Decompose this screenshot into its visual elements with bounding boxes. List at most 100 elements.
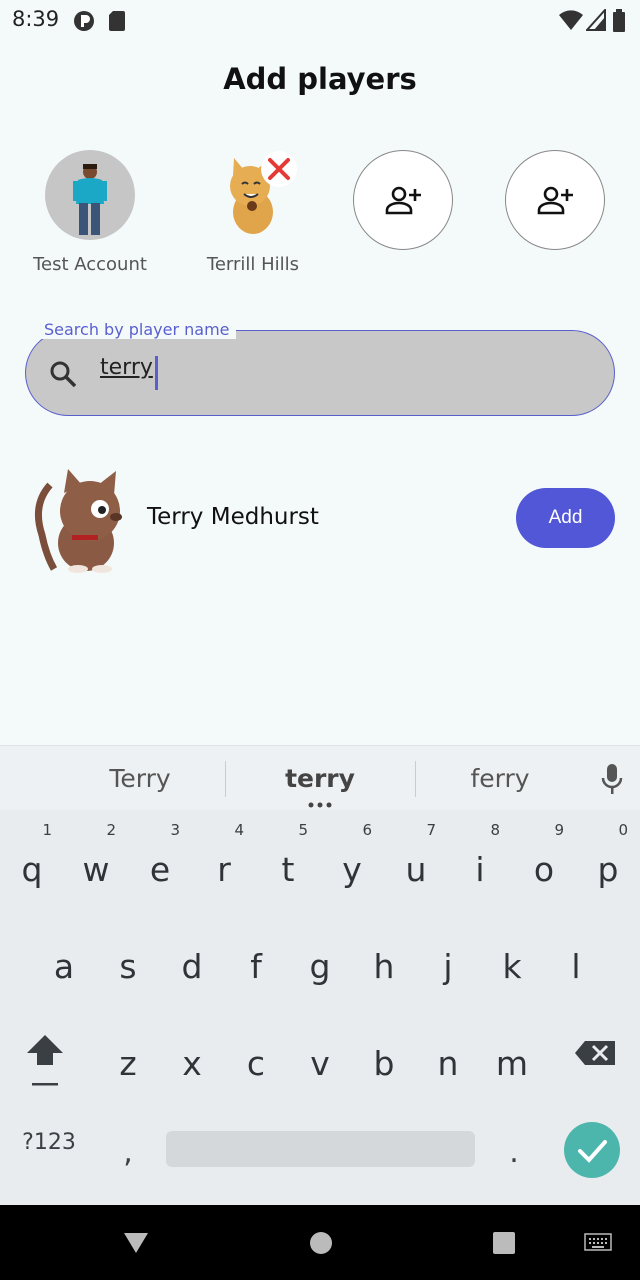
key-i[interactable]: 8i [448, 821, 512, 902]
key-label: u [405, 850, 427, 889]
person-add-icon [537, 186, 573, 215]
key-label: j [443, 947, 453, 986]
key-hint: 6 [362, 821, 372, 839]
key-label: t [281, 850, 295, 889]
key-g[interactable]: g [288, 919, 352, 999]
key-label: q [21, 850, 43, 889]
selected-player[interactable]: Terrill Hills [163, 150, 343, 275]
suggestion[interactable]: Terry [45, 764, 235, 793]
key-label: w [82, 850, 110, 889]
person-photo [73, 164, 107, 235]
person-add-icon [385, 186, 421, 215]
home-icon[interactable] [309, 1231, 333, 1255]
key-u[interactable]: 7u [384, 821, 448, 902]
search-icon [50, 361, 77, 388]
key-c[interactable]: c [224, 1016, 288, 1096]
key-r[interactable]: 4r [192, 821, 256, 902]
suggestion[interactable]: ferry [405, 764, 595, 793]
enter-key[interactable] [564, 1122, 620, 1178]
search-value: terry [100, 355, 153, 380]
key-b[interactable]: b [352, 1016, 416, 1096]
avatar [45, 150, 135, 240]
key-y[interactable]: 6y [320, 821, 384, 902]
back-icon[interactable] [122, 1231, 150, 1255]
search-label: Search by player name [38, 320, 236, 339]
key-label: h [373, 947, 395, 986]
suggestion[interactable]: terry [225, 764, 415, 793]
key-label: m [495, 1044, 529, 1083]
key-s[interactable]: s [96, 919, 160, 999]
key-hint: 1 [42, 821, 52, 839]
period-key[interactable]: . [494, 1135, 534, 1170]
on-screen-keyboard: Terry terry ferry 1q2w3e4r5t6y7u8i9o0p a… [0, 745, 640, 1205]
add-player-slot[interactable] [353, 150, 453, 250]
key-label: k [502, 947, 522, 986]
more-suggestions-icon[interactable] [308, 802, 332, 808]
recents-icon[interactable] [492, 1231, 516, 1255]
key-label: r [217, 850, 231, 889]
text-cursor [155, 356, 158, 390]
status-bar: 8:39 [0, 0, 640, 40]
player-name: Terry Medhurst [147, 504, 319, 530]
key-x[interactable]: x [160, 1016, 224, 1096]
key-k[interactable]: k [480, 919, 544, 999]
key-z[interactable]: z [96, 1016, 160, 1096]
key-h[interactable]: h [352, 919, 416, 999]
key-v[interactable]: v [288, 1016, 352, 1096]
key-a[interactable]: a [32, 919, 96, 999]
key-label: p [597, 850, 619, 889]
selected-player[interactable]: Test Account [0, 150, 180, 275]
remove-player-icon[interactable] [260, 150, 298, 188]
key-l[interactable]: l [544, 919, 608, 999]
search-input[interactable]: terry [25, 330, 615, 416]
key-hint: 9 [554, 821, 564, 839]
key-f[interactable]: f [224, 919, 288, 999]
navigation-bar [0, 1205, 640, 1280]
add-player-button[interactable]: Add [516, 488, 615, 548]
cartoon-cat-avatar [34, 469, 122, 573]
key-label: s [119, 947, 137, 986]
suggestion-strip: Terry terry ferry [0, 745, 640, 810]
add-player-slot[interactable] [505, 150, 605, 250]
microphone-icon[interactable] [600, 762, 624, 796]
key-hint: 0 [618, 821, 628, 839]
keyboard-switch-icon[interactable] [584, 1233, 612, 1253]
space-bar[interactable] [166, 1131, 475, 1167]
key-m[interactable]: m [480, 1016, 544, 1096]
shift-key[interactable] [13, 1013, 77, 1093]
battery-icon [613, 9, 625, 32]
key-q[interactable]: 1q [0, 821, 64, 902]
key-e[interactable]: 3e [128, 821, 192, 902]
wifi-icon [559, 10, 583, 30]
key-label: x [182, 1044, 202, 1083]
key-o[interactable]: 9o [512, 821, 576, 902]
key-j[interactable]: j [416, 919, 480, 999]
key-label: b [373, 1044, 395, 1083]
key-w[interactable]: 2w [64, 821, 128, 902]
key-t[interactable]: 5t [256, 821, 320, 902]
key-hint: 2 [106, 821, 116, 839]
key-hint: 4 [234, 821, 244, 839]
selected-player-name: Test Account [33, 254, 147, 275]
key-hint: 3 [170, 821, 180, 839]
key-label: y [342, 850, 362, 889]
key-label: e [149, 850, 171, 889]
shift-icon [27, 1035, 63, 1086]
backspace-key[interactable] [565, 1013, 629, 1093]
key-d[interactable]: d [160, 919, 224, 999]
comma-key[interactable]: , [108, 1135, 148, 1170]
key-n[interactable]: n [416, 1016, 480, 1096]
backspace-icon [575, 1041, 615, 1065]
key-label: n [437, 1044, 459, 1083]
symbols-key[interactable]: ?123 [10, 1130, 88, 1170]
selected-player-name: Terrill Hills [206, 254, 300, 275]
key-label: o [533, 850, 555, 889]
key-hint: 8 [490, 821, 500, 839]
key-hint: 5 [298, 821, 308, 839]
key-p[interactable]: 0p [576, 821, 640, 902]
key-hint: 7 [426, 821, 436, 839]
status-time: 8:39 [12, 7, 60, 31]
key-label: c [246, 1044, 266, 1083]
key-label: a [53, 947, 75, 986]
key-label: z [119, 1044, 137, 1083]
